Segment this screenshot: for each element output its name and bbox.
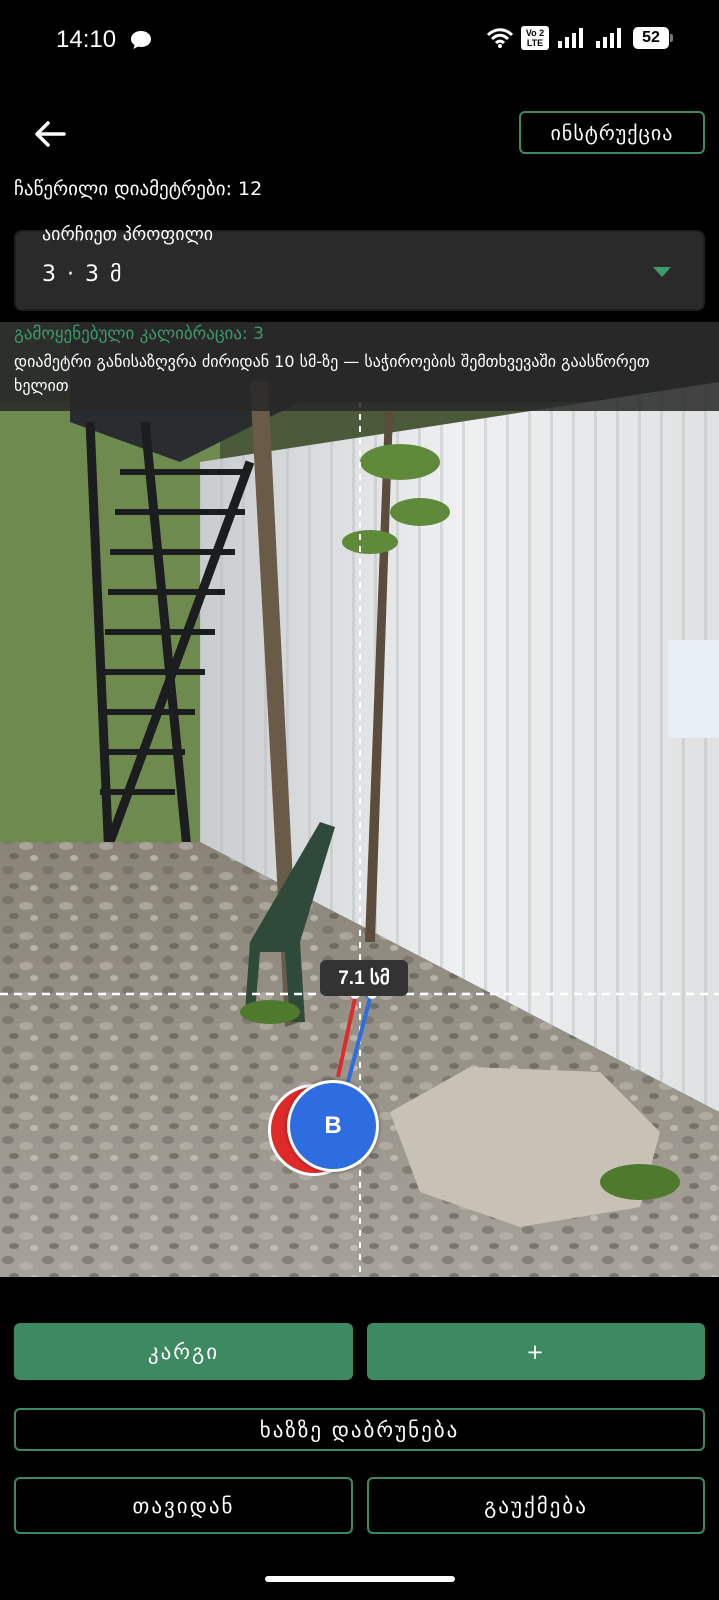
calibration-used-text: გამოყენებული კალიბრაცია: 3 (14, 324, 264, 344)
back-button[interactable] (28, 112, 72, 156)
handle-b[interactable]: B (287, 1080, 379, 1172)
status-icons: Vo 2 LTE 52 (487, 26, 673, 50)
calibration-note: დიამეტრი განისაზღვრა ძირიდან 10 სმ-ზე — … (14, 352, 650, 395)
status-bar: 14:10 Vo 2 LTE 52 (0, 0, 719, 84)
add-button[interactable]: + (367, 1323, 705, 1380)
measurement-label: 7.1 სმ (320, 960, 408, 996)
status-time: 14:10 (56, 26, 117, 53)
back-to-line-button[interactable]: ხაზზე დაბრუნება (14, 1408, 705, 1451)
battery-icon: 52 (633, 27, 673, 49)
dropdown-arrow-icon (653, 267, 671, 277)
ok-button[interactable]: კარგი (14, 1323, 353, 1380)
volte-icon: Vo 2 LTE (521, 26, 549, 50)
profile-label: აირჩიეთ პროფილი (42, 224, 214, 245)
signal-icon (596, 28, 621, 48)
profile-value: 3 · 3 მ (42, 262, 124, 287)
signal-icon (558, 28, 583, 48)
volte-bottom-text: LTE (526, 38, 544, 48)
cancel-button[interactable]: გაუქმება (367, 1477, 705, 1534)
profile-dropdown[interactable]: აირჩიეთ პროფილი 3 · 3 მ (14, 224, 705, 311)
calibration-panel: გამოყენებული კალიბრაცია: 3 დიამეტრი განი… (0, 322, 719, 411)
wifi-icon (487, 28, 513, 48)
restart-button[interactable]: თავიდან (14, 1477, 353, 1534)
arrow-left-icon (35, 121, 66, 147)
instructions-button[interactable]: ინსტრუქცია (519, 111, 705, 154)
volte-top-text: Vo 2 (525, 28, 545, 38)
home-indicator[interactable] (265, 1576, 455, 1582)
chat-icon (131, 31, 151, 49)
camera-view[interactable]: გამოყენებული კალიბრაცია: 3 დიამეტრი განი… (0, 322, 719, 1277)
recorded-diameters-count: ჩაწერილი დიამეტრები: 12 (14, 178, 263, 200)
